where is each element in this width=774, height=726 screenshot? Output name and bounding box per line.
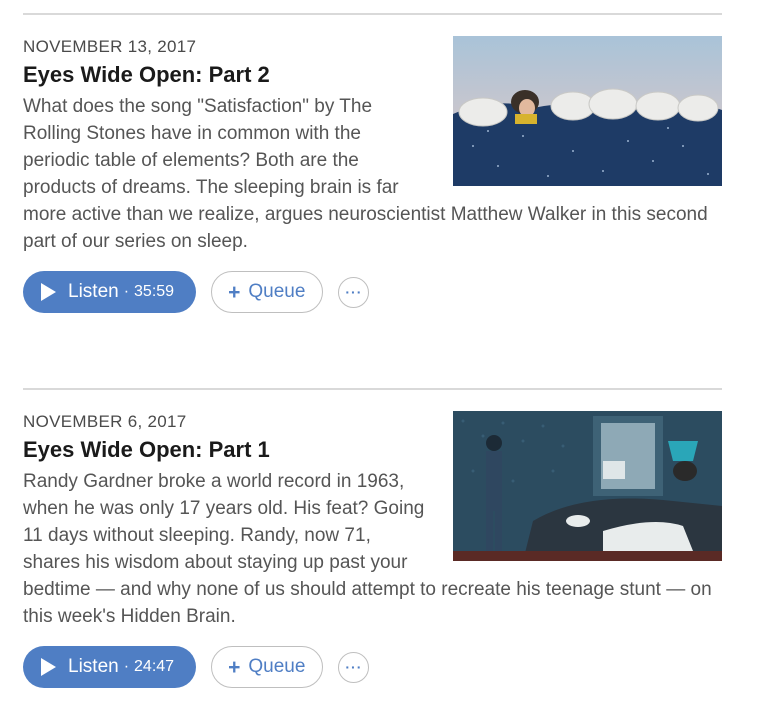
separator-dot: ·	[123, 283, 130, 300]
ellipsis-icon: ···	[345, 659, 363, 675]
queue-button[interactable]: + Queue	[211, 271, 324, 313]
more-options-button[interactable]: ···	[338, 651, 370, 683]
episode-thumbnail[interactable]	[453, 36, 722, 186]
separator-dot: ·	[123, 658, 130, 675]
episode-duration: 24:47	[134, 658, 175, 675]
plus-icon: +	[228, 280, 241, 304]
queue-label: Queue	[248, 656, 306, 677]
queue-button[interactable]: + Queue	[211, 646, 324, 688]
more-options-button[interactable]: ···	[338, 276, 370, 308]
listen-button[interactable]: Listen · 35:59	[23, 271, 197, 313]
episode-thumbnail[interactable]	[453, 411, 722, 561]
play-icon	[41, 658, 56, 676]
listen-label: Listen	[68, 656, 119, 677]
ellipsis-icon: ···	[345, 284, 363, 300]
episode-card: NOVEMBER 13, 2017 Eyes Wide Open: Part 2…	[23, 13, 722, 313]
listen-label: Listen	[68, 281, 119, 302]
listen-button[interactable]: Listen · 24:47	[23, 646, 197, 688]
episode-card: NOVEMBER 6, 2017 Eyes Wide Open: Part 1 …	[23, 388, 722, 688]
queue-label: Queue	[248, 281, 306, 302]
episode-actions: Listen · 24:47 + Queue ···	[23, 646, 722, 688]
plus-icon: +	[228, 655, 241, 679]
episode-actions: Listen · 35:59 + Queue ···	[23, 271, 722, 313]
play-icon	[41, 283, 56, 301]
episode-duration: 35:59	[134, 283, 175, 300]
